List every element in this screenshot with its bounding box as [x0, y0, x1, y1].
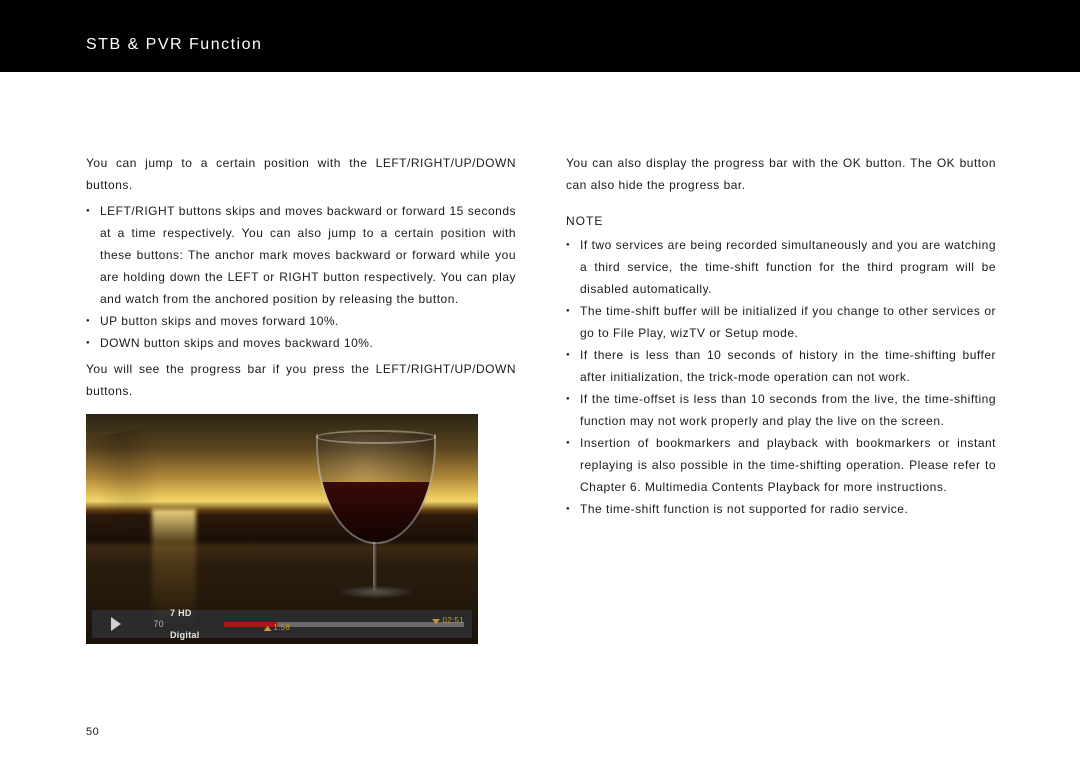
left-bullet-list: LEFT/RIGHT buttons skips and moves backw… — [86, 200, 516, 354]
note-heading: NOTE — [566, 210, 996, 232]
channel-name: 7 HD Digital — [164, 602, 220, 644]
note-item: If two services are being recorded simul… — [566, 234, 996, 300]
left-after: You will see the progress bar if you pre… — [86, 358, 516, 402]
page-body: You can jump to a certain position with … — [0, 72, 1080, 644]
progress-bar: 02:51 1:58 — [224, 610, 464, 638]
left-bullet: DOWN button skips and moves backward 10%… — [86, 332, 516, 354]
note-item: If the time-offset is less than 10 secon… — [566, 388, 996, 432]
header-bar: STB & PVR Function — [0, 0, 1080, 72]
play-icon — [92, 617, 140, 631]
left-bullet: UP button skips and moves forward 10%. — [86, 310, 516, 332]
note-item: If there is less than 10 seconds of hist… — [566, 344, 996, 388]
page-title: STB & PVR Function — [86, 36, 262, 54]
current-time: 1:58 — [273, 617, 290, 639]
right-column: You can also display the progress bar wi… — [566, 152, 996, 644]
page-number: 50 — [86, 726, 99, 738]
note-item: The time-shift function is not supported… — [566, 498, 996, 520]
note-list: If two services are being recorded simul… — [566, 234, 996, 520]
osd-bar: 70 7 HD Digital 02:51 1:58 — [92, 610, 472, 638]
left-column: You can jump to a certain position with … — [86, 152, 516, 644]
right-intro: You can also display the progress bar wi… — [566, 152, 996, 196]
triangle-up-icon — [263, 626, 271, 631]
triangle-down-icon — [432, 619, 440, 624]
wine-glass-graphic — [301, 424, 451, 624]
total-time: 02:51 — [442, 610, 464, 632]
left-bullet: LEFT/RIGHT buttons skips and moves backw… — [86, 200, 516, 310]
tv-screenshot: 70 7 HD Digital 02:51 1:58 — [86, 414, 478, 644]
note-item: Insertion of bookmarkers and playback wi… — [566, 432, 996, 498]
current-time-marker: 1:58 — [263, 617, 290, 639]
channel-number: 70 — [140, 613, 164, 635]
note-item: The time-shift buffer will be initialize… — [566, 300, 996, 344]
left-intro: You can jump to a certain position with … — [86, 152, 516, 196]
total-time-marker: 02:51 — [432, 610, 464, 632]
